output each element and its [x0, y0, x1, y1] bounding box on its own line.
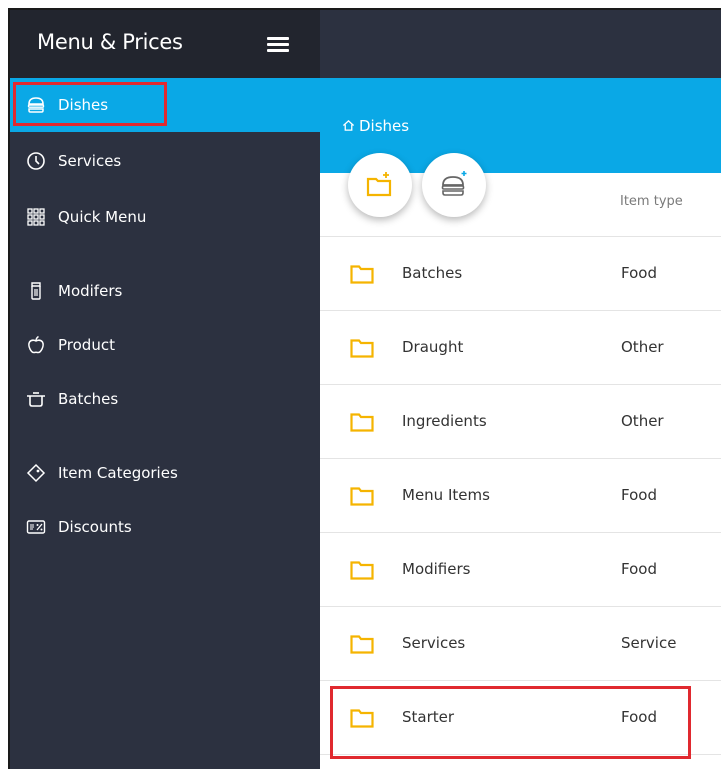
sidebar-item-label: Item Categories	[58, 464, 178, 482]
row-type: Food	[621, 264, 657, 282]
breadcrumb-label: Dishes	[359, 117, 410, 135]
app-frame: Menu & Prices Dishes Services Quick Menu…	[8, 8, 721, 769]
add-folder-icon	[366, 172, 392, 197]
sidebar-header: Menu & Prices	[10, 10, 320, 78]
sidebar-item-label: Modifers	[58, 282, 123, 300]
row-type: Food	[621, 486, 657, 504]
table-row[interactable]: Menu Items Food	[320, 459, 721, 533]
table-row[interactable]: Services Service	[320, 607, 721, 681]
row-name: Services	[402, 634, 466, 652]
sidebar-item-quick-menu[interactable]: Quick Menu	[10, 190, 320, 244]
row-type: Other	[621, 338, 664, 356]
sidebar-item-item-categories[interactable]: Item Categories	[10, 446, 320, 500]
row-type: Other	[621, 412, 664, 430]
folder-icon	[350, 635, 374, 654]
highlight-box	[330, 686, 691, 759]
row-name: Menu Items	[402, 486, 490, 504]
sidebar-item-batches[interactable]: Batches	[10, 372, 320, 426]
discount-icon	[26, 520, 46, 534]
app-title: Menu & Prices	[37, 30, 183, 54]
folder-icon	[350, 413, 374, 432]
grid-icon	[27, 208, 45, 226]
row-name: Ingredients	[402, 412, 487, 430]
clock-icon	[27, 152, 45, 170]
sidebar-item-product[interactable]: Product	[10, 318, 320, 372]
main-panel: Dishes Item type Batches Food Draught Ot…	[320, 10, 721, 769]
table-row[interactable]: Modifiers Food	[320, 533, 721, 607]
sidebar-item-label: Batches	[58, 390, 119, 408]
add-folder-button[interactable]	[348, 153, 412, 217]
table-row[interactable]: Batches Food	[320, 237, 721, 311]
folder-icon	[350, 265, 374, 284]
row-name: Batches	[402, 264, 463, 282]
folder-icon	[350, 339, 374, 358]
row-type: Service	[621, 634, 677, 652]
tag-icon	[26, 463, 46, 483]
home-icon	[342, 119, 355, 131]
sidebar-item-discounts[interactable]: Discounts	[10, 500, 320, 554]
sidebar-item-modifers[interactable]: Modifers	[10, 264, 320, 318]
row-name: Draught	[402, 338, 464, 356]
table-row[interactable]: Draught Other	[320, 311, 721, 385]
row-type: Food	[621, 560, 657, 578]
add-dish-button[interactable]	[422, 153, 486, 217]
sidebar-item-dishes[interactable]: Dishes	[10, 78, 320, 132]
menu-icon[interactable]	[267, 37, 289, 53]
table-row[interactable]: Ingredients Other	[320, 385, 721, 459]
sidebar-item-services[interactable]: Services	[10, 134, 320, 188]
sidebar-item-label: Product	[58, 336, 115, 354]
column-header-item-type[interactable]: Item type	[620, 194, 683, 209]
highlight-box	[13, 82, 167, 126]
folder-icon	[350, 561, 374, 580]
pot-icon	[27, 392, 45, 407]
breadcrumb[interactable]: Dishes	[342, 117, 409, 135]
sidebar-item-label: Discounts	[58, 518, 132, 536]
row-name: Modifiers	[402, 560, 471, 578]
sidebar-item-label: Services	[58, 152, 122, 170]
apple-icon	[28, 335, 44, 354]
add-dish-icon	[441, 171, 467, 196]
shaker-icon	[31, 282, 41, 300]
sidebar: Menu & Prices Dishes Services Quick Menu…	[10, 10, 320, 769]
top-bar	[320, 10, 721, 78]
sidebar-item-label: Quick Menu	[58, 208, 147, 226]
folder-icon	[350, 487, 374, 506]
